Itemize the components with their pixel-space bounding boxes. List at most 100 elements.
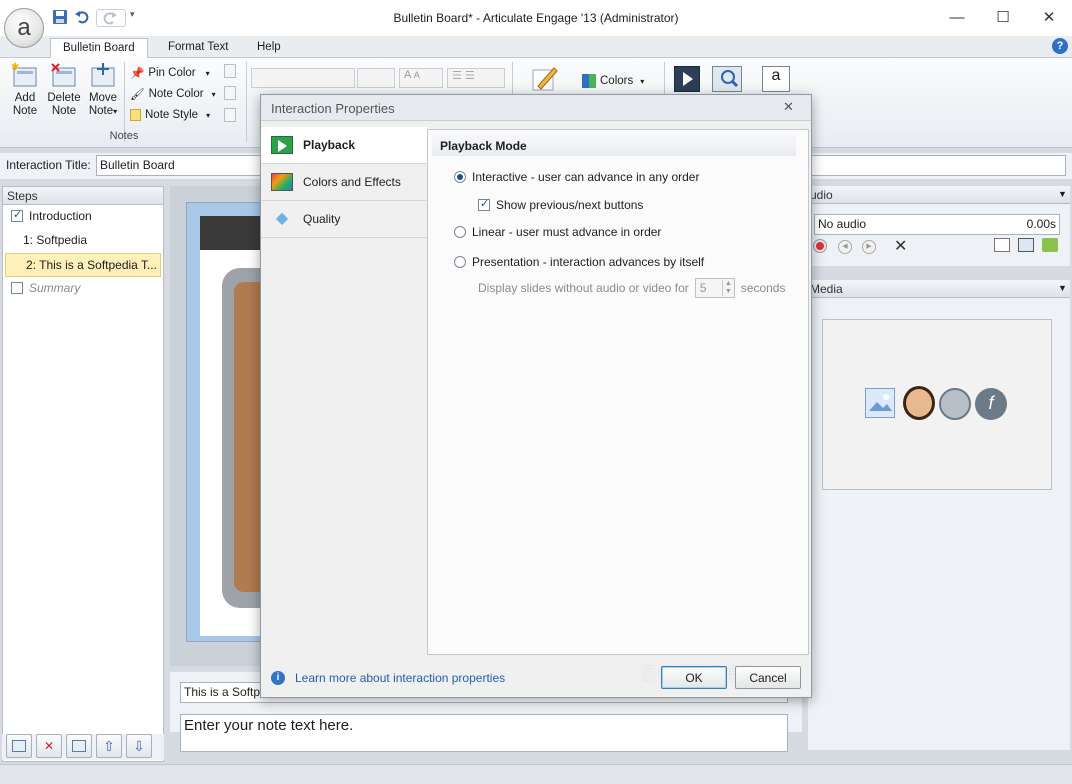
tab-bulletin-board[interactable]: Bulletin Board <box>50 38 148 58</box>
number-list-icon[interactable]: ☰ <box>465 70 475 82</box>
step-softpedia[interactable]: 1: Softpedia <box>3 229 163 253</box>
step-introduction[interactable]: Introduction <box>3 205 163 229</box>
font-size-buttons[interactable]: A A <box>399 68 443 88</box>
move-up-icon[interactable]: ⇧ <box>96 734 122 758</box>
publish-icon[interactable]: a <box>762 66 790 92</box>
preview-icon[interactable] <box>674 66 700 92</box>
audio-field[interactable]: No audio 0.00s <box>814 214 1060 235</box>
shrink-font-icon[interactable]: A <box>414 70 420 80</box>
grow-font-icon[interactable]: A <box>404 69 411 81</box>
delete-step-icon[interactable]: ✕ <box>36 734 62 758</box>
radio-linear[interactable] <box>454 226 466 238</box>
colors-button[interactable]: Colors ▾ <box>582 72 644 90</box>
option-label: Presentation - interaction advances by i… <box>472 255 705 269</box>
svg-text:✱: ✱ <box>11 62 19 73</box>
delete-note-icon <box>50 62 78 88</box>
dialog-title: Interaction Properties <box>271 101 395 116</box>
nav-label: Playback <box>303 138 356 152</box>
ok-button[interactable]: OK <box>661 666 727 689</box>
section-title: Playback Mode <box>432 134 796 156</box>
chevron-down-icon: ▾ <box>640 76 645 86</box>
character-icon[interactable] <box>903 386 935 420</box>
note-color-button[interactable]: 🖌 Note Color ▾ <box>130 85 216 103</box>
font-size-combo[interactable] <box>357 68 395 88</box>
close-button[interactable]: ✕ <box>1026 6 1072 28</box>
nav-playback[interactable]: Playback <box>261 127 427 164</box>
play-icon[interactable]: ▶ <box>862 240 876 254</box>
pin-icon: 📌 <box>130 68 145 80</box>
rewind-icon[interactable]: ◀ <box>838 240 852 254</box>
paint-bucket-icon: 🖌 <box>130 89 145 101</box>
learn-more-link[interactable]: Learn more about interaction properties <box>295 671 505 685</box>
sync-icon[interactable] <box>1018 238 1034 252</box>
ribbon-tab-strip: Bulletin Board Format Text Help ? <box>0 36 1072 58</box>
nav-colors-and-effects[interactable]: Colors and Effects <box>261 164 427 201</box>
step-label: 1: Softpedia <box>23 233 88 247</box>
duration-spinner[interactable]: 5 ▲ ▼ <box>694 278 735 298</box>
option-interactive[interactable]: Interactive - user can advance in any or… <box>454 170 699 184</box>
minimize-button[interactable]: — <box>934 6 980 28</box>
option-label: Show previous/next buttons <box>496 198 644 212</box>
chevron-down-icon[interactable]: ▼ <box>1058 283 1067 293</box>
move-note-button[interactable]: Move Note▾ <box>84 62 122 118</box>
maximize-button[interactable]: ☐ <box>980 6 1026 28</box>
font-family-combo[interactable] <box>251 68 355 88</box>
colors-effects-icon <box>271 173 293 191</box>
app-menu-button[interactable]: a <box>4 8 44 48</box>
note-style-label: Note Style <box>145 109 199 121</box>
step-selected[interactable]: 2: This is a Softpedia T... <box>5 253 161 277</box>
edit-pencil-icon[interactable] <box>530 64 562 92</box>
checkbox-show-prev-next[interactable] <box>478 197 490 211</box>
radio-presentation[interactable] <box>454 256 466 268</box>
option-presentation[interactable]: Presentation - interaction advances by i… <box>454 255 704 269</box>
nav-label: Colors and Effects <box>303 175 401 189</box>
copy-step-icon[interactable] <box>66 734 92 758</box>
record-icon[interactable] <box>814 240 826 252</box>
step-summary[interactable]: Summary <box>3 277 163 301</box>
add-step-icon[interactable] <box>6 734 32 758</box>
audio-editor-icon[interactable] <box>994 238 1010 252</box>
move-note-label: Move Note▾ <box>88 92 118 117</box>
cancel-button[interactable]: Cancel <box>735 666 801 689</box>
option-linear[interactable]: Linear - user must advance in order <box>454 225 661 239</box>
import-audio-icon[interactable] <box>1042 238 1058 252</box>
help-icon[interactable]: ? <box>1052 38 1068 54</box>
move-down-icon[interactable]: ⇩ <box>126 734 152 758</box>
spinner-arrows-icon[interactable]: ▲ ▼ <box>721 280 734 296</box>
nav-quality[interactable]: ◆ Quality <box>261 201 427 238</box>
note-text-input[interactable]: Enter your note text here. <box>180 714 788 752</box>
step-label: 2: This is a Softpedia T... <box>26 258 157 272</box>
option-show-prev-next[interactable]: Show previous/next buttons <box>478 197 644 212</box>
dialog-content: Playback Mode Interactive - user can adv… <box>427 129 809 655</box>
playback-icon <box>271 136 293 154</box>
step-label: Summary <box>29 281 81 295</box>
audio-header: udio <box>808 186 1070 204</box>
chevron-down-icon[interactable]: ▼ <box>1058 189 1067 199</box>
steps-header: Steps <box>3 187 163 205</box>
tab-help[interactable]: Help <box>245 38 293 58</box>
media-drop-area[interactable]: f <box>822 319 1052 490</box>
zoom-preview-icon[interactable] <box>712 66 742 92</box>
nav-label: Quality <box>303 212 341 226</box>
add-note-button[interactable]: ✱ Add Note <box>6 62 44 118</box>
info-icon: i <box>271 671 285 685</box>
step-label: Introduction <box>29 209 92 223</box>
dialog-close-button[interactable]: ✕ <box>783 99 794 115</box>
display-suffix: seconds <box>740 281 786 295</box>
bullet-list-icon[interactable]: ☰ <box>452 70 462 82</box>
delete-note-button[interactable]: Delete Note <box>45 62 83 118</box>
image-icon[interactable] <box>865 388 895 418</box>
flash-icon[interactable]: f <box>975 388 1007 420</box>
list-buttons[interactable]: ☰ ☰ <box>447 68 505 88</box>
step-checkbox[interactable] <box>11 282 23 294</box>
note-color-label: Note Color <box>148 88 204 100</box>
pin-color-button[interactable]: 📌 Pin Color ▾ <box>130 64 210 82</box>
note-style-button[interactable]: Note Style ▾ <box>130 106 210 124</box>
video-icon[interactable] <box>939 388 971 420</box>
chevron-down-icon: ▾ <box>206 110 211 120</box>
move-note-icon <box>89 62 117 88</box>
radio-interactive[interactable] <box>454 171 466 183</box>
step-checkbox[interactable] <box>11 208 23 222</box>
tab-format-text[interactable]: Format Text <box>156 38 241 58</box>
delete-audio-icon[interactable]: ✕ <box>894 236 907 256</box>
